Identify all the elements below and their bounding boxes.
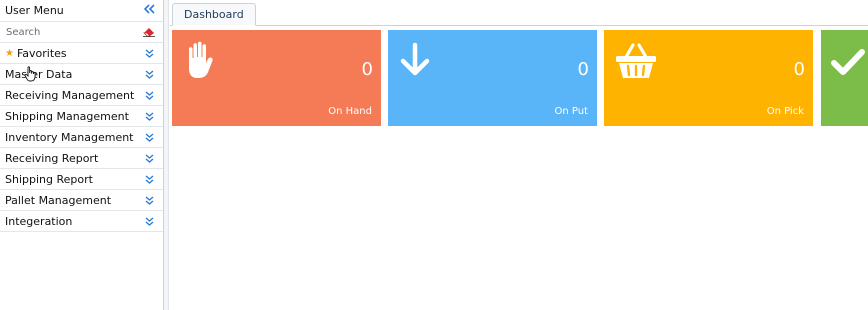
pointer-cursor-icon: [24, 66, 36, 82]
sidebar-item-label: Receiving Report: [5, 151, 99, 165]
search-input[interactable]: [6, 26, 126, 38]
sidebar-item-inventory-management[interactable]: Inventory Management: [0, 127, 163, 148]
arrow-down-icon: [398, 40, 432, 83]
chevron-double-down-icon[interactable]: [145, 153, 154, 163]
basket-icon: [614, 40, 658, 83]
chevron-double-down-icon[interactable]: [145, 111, 154, 121]
tile-label: On Pick: [766, 106, 804, 117]
tile-label: On Put: [554, 106, 588, 117]
sidebar-item-receiving-report[interactable]: Receiving Report: [0, 148, 163, 169]
sidebar-item-label: Shipping Report: [5, 172, 93, 186]
hand-icon: [182, 40, 220, 83]
sidebar-item-favorites[interactable]: ★ Favorites: [0, 43, 163, 64]
sidebar-header: User Menu: [0, 0, 163, 22]
collapse-sidebar-icon[interactable]: [143, 4, 155, 17]
sidebar-title: User Menu: [5, 4, 64, 17]
sidebar-item-integeration[interactable]: Integeration: [0, 211, 163, 232]
sidebar-search: [0, 22, 163, 43]
tile-on-hand[interactable]: 0 On Hand: [172, 30, 381, 126]
sidebar-item-receiving-management[interactable]: Receiving Management: [0, 85, 163, 106]
tile-on-put[interactable]: 0 On Put: [388, 30, 597, 126]
chevron-double-down-icon[interactable]: [145, 174, 154, 184]
eraser-icon[interactable]: [143, 27, 155, 37]
dashboard-tiles: 0 On Hand 0 On Put 0 On Pick: [172, 30, 868, 126]
tile-partial[interactable]: [821, 30, 868, 126]
check-icon: [831, 48, 865, 81]
sidebar-item-label: Shipping Management: [5, 109, 129, 123]
chevron-double-down-icon[interactable]: [145, 48, 154, 58]
sidebar-item-label-wrap: ★ Favorites: [5, 47, 67, 60]
sidebar-splitter[interactable]: [164, 0, 169, 310]
sidebar-item-shipping-management[interactable]: Shipping Management: [0, 106, 163, 127]
sidebar-item-label: Receiving Management: [5, 88, 135, 102]
star-icon: ★: [5, 47, 14, 59]
sidebar-item-label: Inventory Management: [5, 130, 134, 144]
chevron-double-down-icon[interactable]: [145, 90, 154, 100]
tile-count: 0: [361, 59, 373, 80]
sidebar-item-label: Integeration: [5, 214, 73, 228]
sidebar-item-label: Master Data: [5, 67, 73, 81]
tile-count: 0: [577, 59, 589, 80]
chevron-double-down-icon[interactable]: [145, 132, 154, 142]
tab-dashboard[interactable]: Dashboard: [172, 3, 256, 26]
sidebar-item-label: Pallet Management: [5, 193, 112, 207]
chevron-double-down-icon[interactable]: [145, 69, 154, 79]
tile-label: On Hand: [328, 106, 372, 117]
tile-count: 0: [793, 59, 805, 80]
chevron-double-down-icon[interactable]: [145, 195, 154, 205]
sidebar-item-label: Favorites: [16, 46, 67, 60]
sidebar-item-pallet-management[interactable]: Pallet Management: [0, 190, 163, 211]
tile-on-pick[interactable]: 0 On Pick: [604, 30, 813, 126]
sidebar-item-shipping-report[interactable]: Shipping Report: [0, 169, 163, 190]
sidebar: User Menu ★ Favorites Master Data Receiv…: [0, 0, 164, 310]
tab-bar: Dashboard: [170, 0, 868, 26]
chevron-double-down-icon[interactable]: [145, 216, 154, 226]
